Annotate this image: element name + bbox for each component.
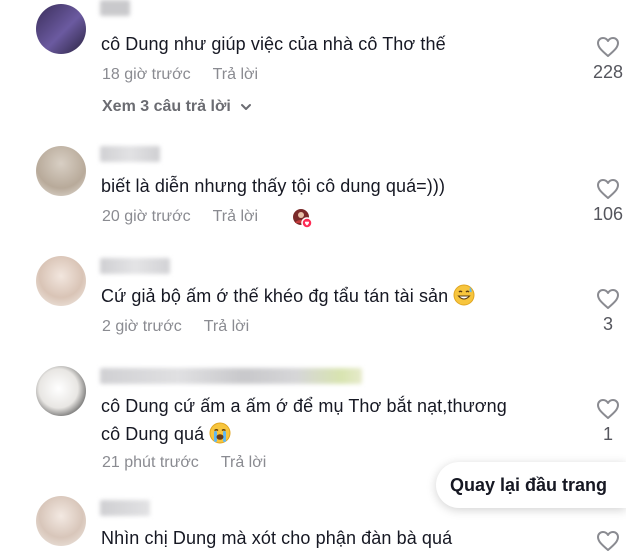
comment-meta: 20 giờ trước Trả lời — [102, 208, 258, 226]
reply-button[interactable]: Trả lời — [213, 208, 258, 225]
like-button[interactable]: 1 — [590, 398, 626, 445]
comment-time: 20 giờ trước — [102, 208, 191, 225]
avatar[interactable] — [36, 366, 86, 416]
heart-outline-icon — [597, 399, 619, 419]
reply-button[interactable]: Trả lời — [204, 318, 249, 335]
comment-text-content: Cứ giả bộ ấm ớ thế khéo đg tẩu tán tài s… — [101, 286, 449, 306]
like-count: 106 — [592, 204, 624, 224]
comment-time: 18 giờ trước — [102, 66, 191, 83]
username-blurred[interactable] — [100, 368, 362, 384]
comment-meta: 21 phút trước Trả lời — [102, 454, 266, 472]
comment-meta: 2 giờ trước Trả lời — [102, 318, 249, 336]
comment-text: cô Dung cứ ấm a ấm ớ để mụ Thơ bắt nạt,t… — [101, 392, 561, 448]
back-to-top-button[interactable]: Quay lại đầu trang — [436, 462, 626, 508]
comment-text: cô Dung như giúp việc của nhà cô Thơ thế — [101, 34, 446, 54]
comment-text-line: cô Dung quá — [101, 420, 561, 448]
avatar[interactable] — [36, 146, 86, 196]
avatar[interactable] — [36, 256, 86, 306]
crying-emoji — [209, 422, 231, 444]
like-count: 1 — [602, 424, 613, 444]
comment-text: biết là diễn nhưng thấy tội cô dung quá=… — [101, 176, 446, 196]
reply-button[interactable]: Trả lời — [213, 66, 258, 83]
like-button[interactable]: 228 — [590, 36, 626, 83]
view-replies-button[interactable]: Xem 3 câu trả lời — [102, 98, 253, 116]
username-blurred[interactable] — [100, 0, 130, 16]
heart-outline-icon — [597, 179, 619, 199]
reply-button[interactable]: Trả lời — [221, 454, 266, 471]
back-to-top-label: Quay lại đầu trang — [450, 474, 608, 495]
comment-time: 2 giờ trước — [102, 318, 182, 335]
chevron-down-icon — [241, 103, 252, 110]
comment-text: Cứ giả bộ ấm ớ thế khéo đg tẩu tán tài s… — [101, 282, 561, 310]
username-blurred[interactable] — [100, 146, 160, 162]
creator-liked-badge — [293, 209, 312, 228]
avatar[interactable] — [36, 4, 86, 54]
username-blurred[interactable] — [100, 258, 170, 274]
like-button[interactable] — [590, 530, 626, 552]
comment-text-line: cô Dung cứ ấm a ấm ớ để mụ Thơ bắt nạt,t… — [101, 396, 507, 416]
grin-sweat-emoji — [453, 284, 475, 306]
like-button[interactable]: 106 — [590, 178, 626, 225]
heart-outline-icon — [597, 531, 619, 551]
username-blurred[interactable] — [100, 500, 150, 516]
like-count: 3 — [602, 314, 613, 334]
comment-time: 21 phút trước — [102, 454, 199, 471]
view-replies-label: Xem 3 câu trả lời — [102, 98, 231, 115]
like-count: 228 — [592, 62, 624, 82]
like-button[interactable]: 3 — [590, 288, 626, 335]
avatar[interactable] — [36, 496, 86, 546]
comment-meta: 18 giờ trước Trả lời — [102, 66, 258, 84]
heart-outline-icon — [597, 37, 619, 57]
comment-text-content: cô Dung quá — [101, 424, 205, 444]
comment-text: Nhìn chị Dung mà xót cho phận đàn bà quá — [101, 528, 453, 548]
heart-outline-icon — [597, 289, 619, 309]
